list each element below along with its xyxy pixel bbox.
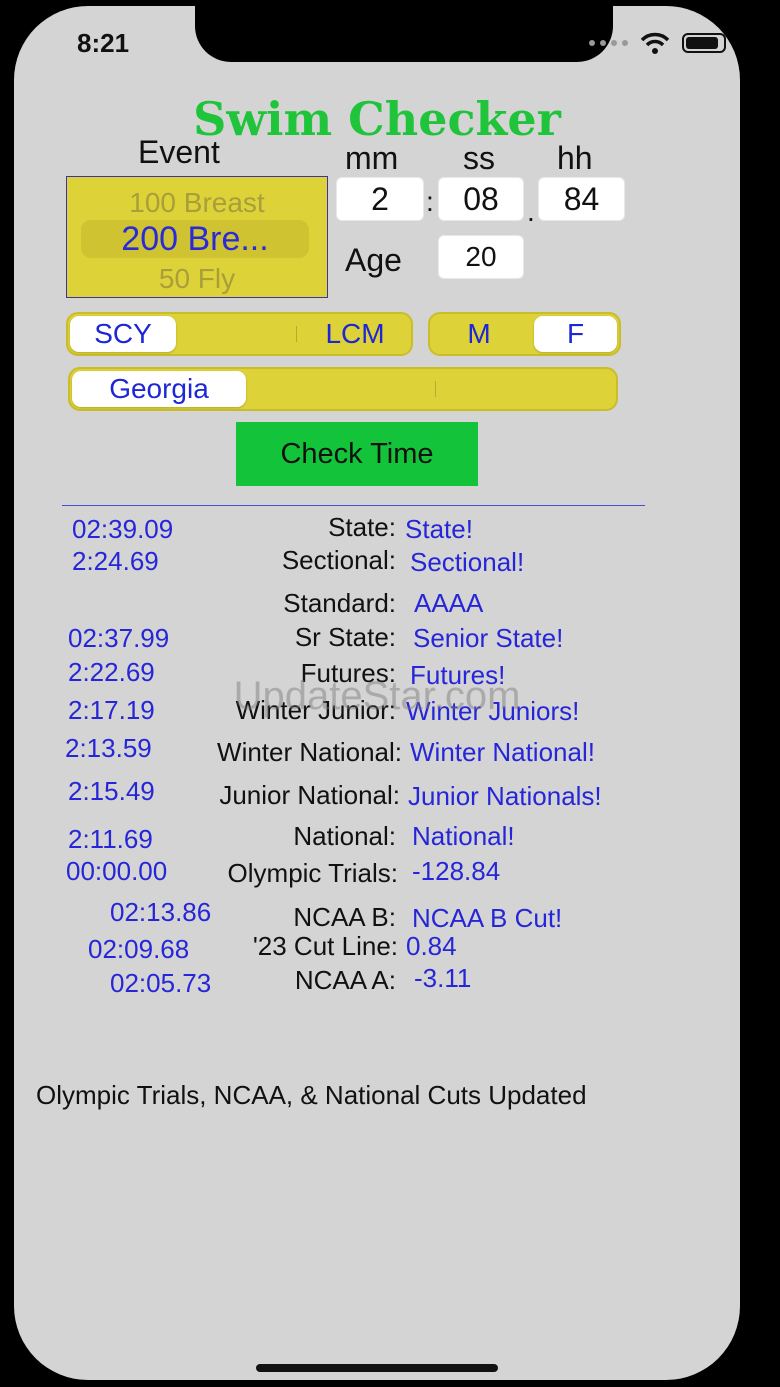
- sectional-result: Sectional!: [410, 547, 525, 577]
- course-option-lcm[interactable]: LCM: [300, 316, 410, 352]
- wifi-icon: [640, 32, 670, 54]
- course-option-scy[interactable]: SCY: [70, 316, 176, 352]
- notch: [195, 6, 613, 62]
- state-option-2[interactable]: [250, 371, 434, 407]
- winter-national-label: Winter National:: [217, 737, 402, 767]
- footer-note: Olympic Trials, NCAA, & National Cuts Up…: [36, 1080, 587, 1110]
- sr-state-result: Senior State!: [413, 623, 564, 653]
- status-time: 8:21: [77, 28, 130, 58]
- ncaa-b-result: NCAA B Cut!: [412, 903, 563, 933]
- age-label: Age: [345, 242, 402, 278]
- check-time-button[interactable]: Check Time: [236, 422, 478, 486]
- sr-state-cut-time: 02:37.99: [68, 623, 170, 653]
- winter-national-result: Winter National!: [410, 737, 595, 767]
- ncaa-a-result: -3.11: [414, 963, 472, 993]
- sectional-cut-time: 2:24.69: [72, 546, 159, 576]
- olympic-trials-cut-time: 00:00.00: [66, 856, 168, 886]
- hundredths-label: hh: [557, 140, 593, 176]
- event-label: Event: [138, 134, 220, 170]
- gender-option-f[interactable]: F: [534, 316, 617, 352]
- watermark: UpdateStar.com: [233, 674, 521, 718]
- event-picker[interactable]: 100 Breast 200 Bre... 50 Fly: [66, 176, 328, 298]
- standard-label: Standard:: [283, 588, 396, 618]
- status-icons: [589, 32, 726, 54]
- phone-screen: 8:21 Swim Checker Event mm ss hh 100 Bre…: [14, 6, 740, 1380]
- course-option-middle[interactable]: [184, 316, 294, 352]
- sectional-label: Sectional:: [281, 545, 396, 575]
- national-label: National:: [293, 821, 396, 851]
- ncaa-b-cut-time: 02:13.86: [110, 897, 212, 927]
- results-divider: [62, 505, 645, 506]
- ncaa-a-label: NCAA A:: [294, 965, 396, 995]
- seconds-label: ss: [463, 140, 495, 176]
- state-label: State:: [328, 512, 396, 542]
- national-result: National!: [412, 821, 515, 851]
- olympic-trials-label: Olympic Trials:: [227, 858, 398, 888]
- battery-icon: [682, 33, 726, 53]
- time-dot: .: [527, 196, 535, 227]
- cut-line-result: 0.84: [406, 931, 457, 961]
- olympic-trials-result: -128.84: [412, 856, 501, 886]
- seconds-input[interactable]: 08: [438, 177, 524, 221]
- signal-icon: [589, 40, 628, 46]
- picker-item-selected[interactable]: 200 Bre...: [81, 220, 309, 258]
- junior-national-cut-time: 2:15.49: [68, 776, 155, 806]
- state-cut-time: 02:39.09: [72, 514, 174, 544]
- gender-option-m[interactable]: M: [434, 316, 524, 352]
- sr-state-label: Sr State:: [294, 622, 396, 652]
- course-segmented-control: SCY LCM: [66, 312, 413, 356]
- ncaa-a-cut-time: 02:05.73: [110, 968, 212, 998]
- winter-national-cut-time: 2:13.59: [65, 733, 152, 763]
- state-result: State!: [405, 514, 473, 544]
- cut-line-time: 02:09.68: [88, 934, 190, 964]
- state-option-georgia[interactable]: Georgia: [72, 371, 246, 407]
- minutes-label: mm: [345, 140, 399, 176]
- ncaa-b-label: NCAA B:: [293, 902, 396, 932]
- state-segmented-control: Georgia: [68, 367, 618, 411]
- age-input[interactable]: 20: [438, 235, 524, 279]
- picker-item-above[interactable]: 100 Breast: [67, 187, 327, 219]
- junior-national-result: Junior Nationals!: [408, 781, 602, 811]
- national-cut-time: 2:11.69: [68, 824, 153, 854]
- standard-result: AAAA: [414, 588, 484, 618]
- cut-line-label: '23 Cut Line:: [252, 931, 398, 961]
- gender-segmented-control: M F: [428, 312, 621, 356]
- minutes-input[interactable]: 2: [336, 177, 424, 221]
- hundredths-input[interactable]: 84: [538, 177, 625, 221]
- segment-divider: [435, 381, 436, 397]
- app-title: Swim Checker: [193, 92, 561, 146]
- picker-item-below[interactable]: 50 Fly: [67, 263, 327, 295]
- time-colon: :: [426, 186, 434, 217]
- home-indicator[interactable]: [256, 1364, 498, 1372]
- state-option-3[interactable]: [438, 371, 614, 407]
- segment-divider: [296, 326, 297, 342]
- junior-national-label: Junior National:: [219, 780, 400, 810]
